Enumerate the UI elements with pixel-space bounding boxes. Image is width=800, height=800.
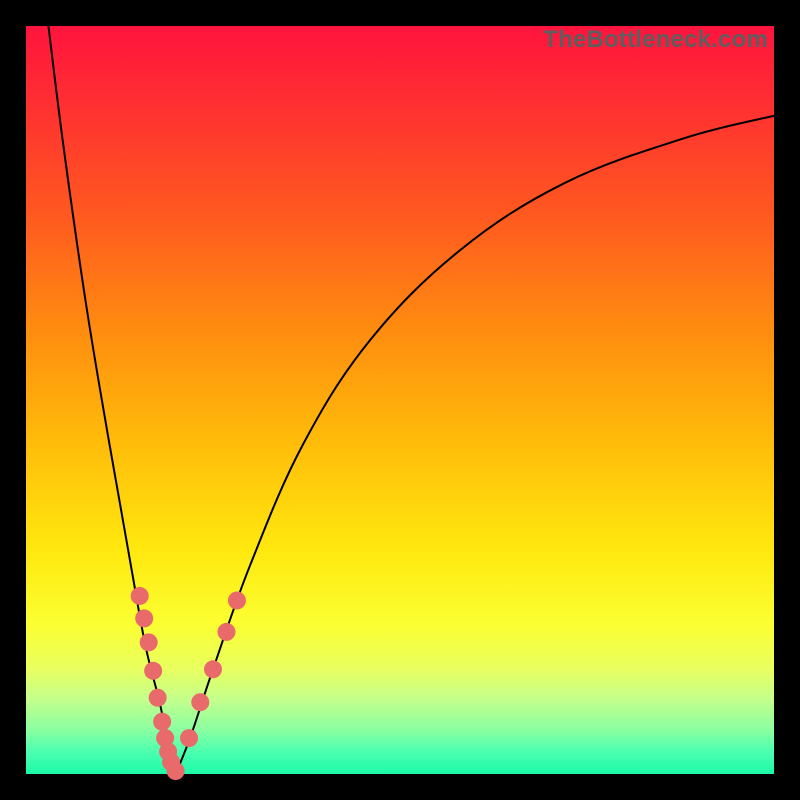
data-marker xyxy=(131,587,149,605)
data-marker xyxy=(180,729,198,747)
left-curve xyxy=(48,26,175,774)
data-marker xyxy=(217,623,235,641)
data-marker xyxy=(204,660,222,678)
data-marker xyxy=(191,693,209,711)
data-marker xyxy=(167,762,185,780)
marker-group xyxy=(131,587,246,780)
data-marker xyxy=(228,591,246,609)
plot-area: TheBottleneck.com xyxy=(26,26,774,774)
chart-svg xyxy=(26,26,774,774)
right-curve xyxy=(176,116,774,774)
chart-frame: TheBottleneck.com xyxy=(0,0,800,800)
data-marker xyxy=(153,713,171,731)
data-marker xyxy=(135,609,153,627)
data-marker xyxy=(140,633,158,651)
data-marker xyxy=(144,662,162,680)
data-marker xyxy=(149,689,167,707)
